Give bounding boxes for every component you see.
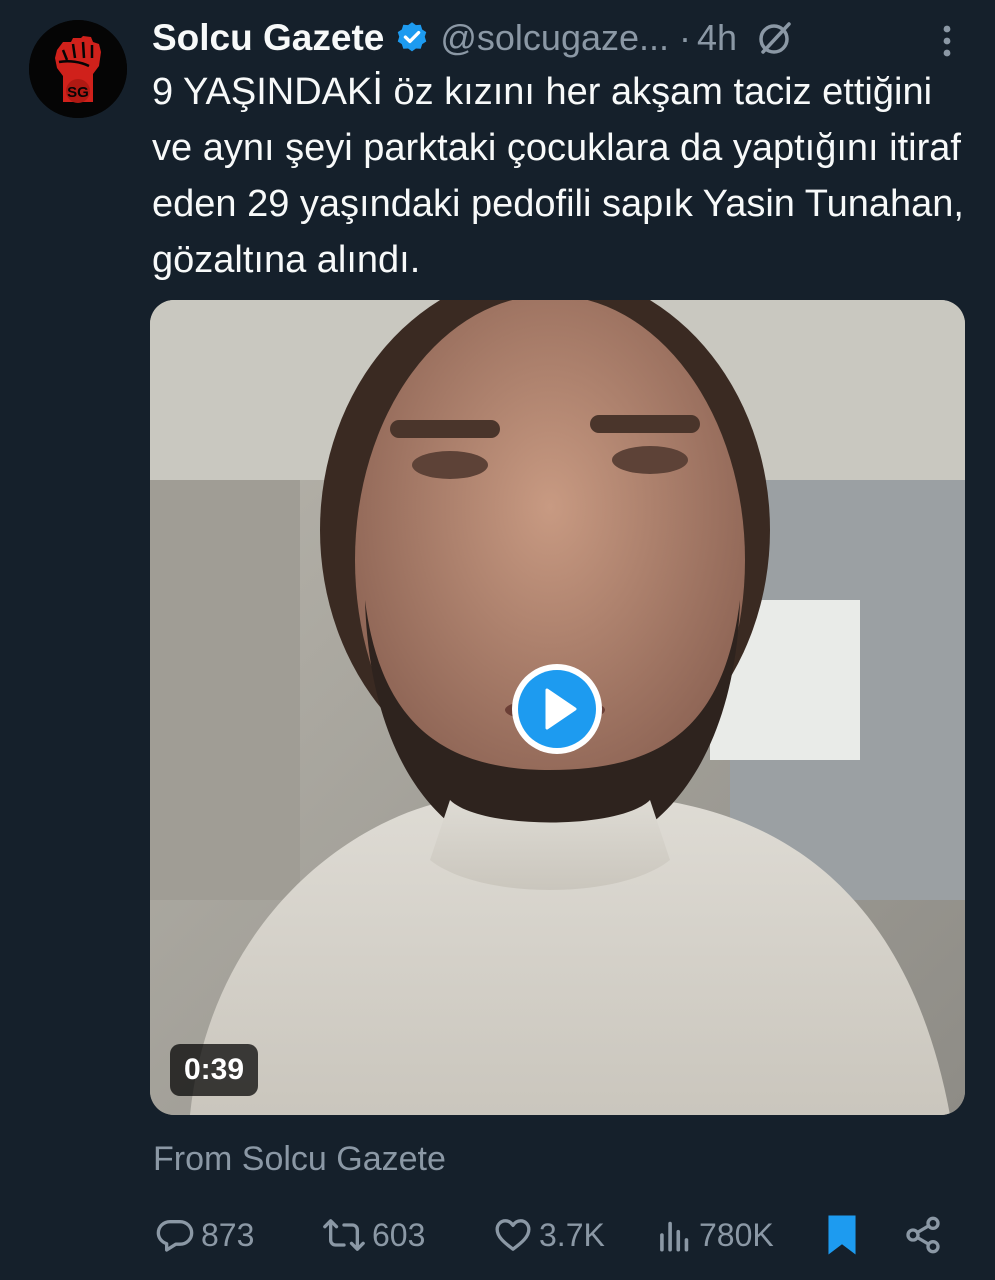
- avatar-initials: SG: [67, 84, 89, 101]
- repost-button[interactable]: 603: [322, 1205, 425, 1265]
- views-button[interactable]: 780K: [657, 1205, 774, 1265]
- repost-count: 603: [372, 1216, 426, 1253]
- grok-icon[interactable]: [755, 18, 795, 58]
- header-separator: ·: [679, 17, 692, 58]
- author-avatar[interactable]: SG: [29, 20, 127, 118]
- reply-count: 873: [201, 1216, 255, 1253]
- more-options-icon[interactable]: [929, 20, 965, 60]
- tweet-header: Solcu Gazete @solcugaze... · 4h: [152, 14, 965, 62]
- like-button[interactable]: 3.7K: [493, 1205, 605, 1265]
- reply-icon: [155, 1215, 195, 1255]
- author-display-name[interactable]: Solcu Gazete: [152, 17, 384, 59]
- reply-button[interactable]: 873: [155, 1205, 254, 1265]
- verified-badge-icon: [394, 20, 430, 56]
- like-icon: [493, 1215, 533, 1255]
- tweet-action-bar: 873 603 3.7K 780K: [0, 1205, 995, 1265]
- views-icon: [657, 1215, 693, 1255]
- play-icon: [512, 664, 602, 754]
- repost-icon: [322, 1215, 366, 1255]
- bookmark-icon: [825, 1213, 859, 1257]
- video-duration-badge: 0:39: [170, 1044, 259, 1096]
- views-count: 780K: [699, 1216, 774, 1253]
- tweet-text: 9 YAŞINDAKİ öz kızını her akşam taciz et…: [152, 71, 964, 281]
- play-button[interactable]: [509, 661, 605, 757]
- bookmark-button[interactable]: [825, 1205, 859, 1265]
- fist-logo: SG: [29, 20, 127, 118]
- tweet-timestamp[interactable]: 4h: [697, 17, 737, 59]
- share-icon: [903, 1215, 943, 1255]
- author-handle[interactable]: @solcugaze...: [440, 17, 669, 59]
- like-count: 3.7K: [539, 1216, 605, 1253]
- share-button[interactable]: [903, 1205, 943, 1265]
- from-attribution[interactable]: From Solcu Gazete: [153, 1140, 446, 1179]
